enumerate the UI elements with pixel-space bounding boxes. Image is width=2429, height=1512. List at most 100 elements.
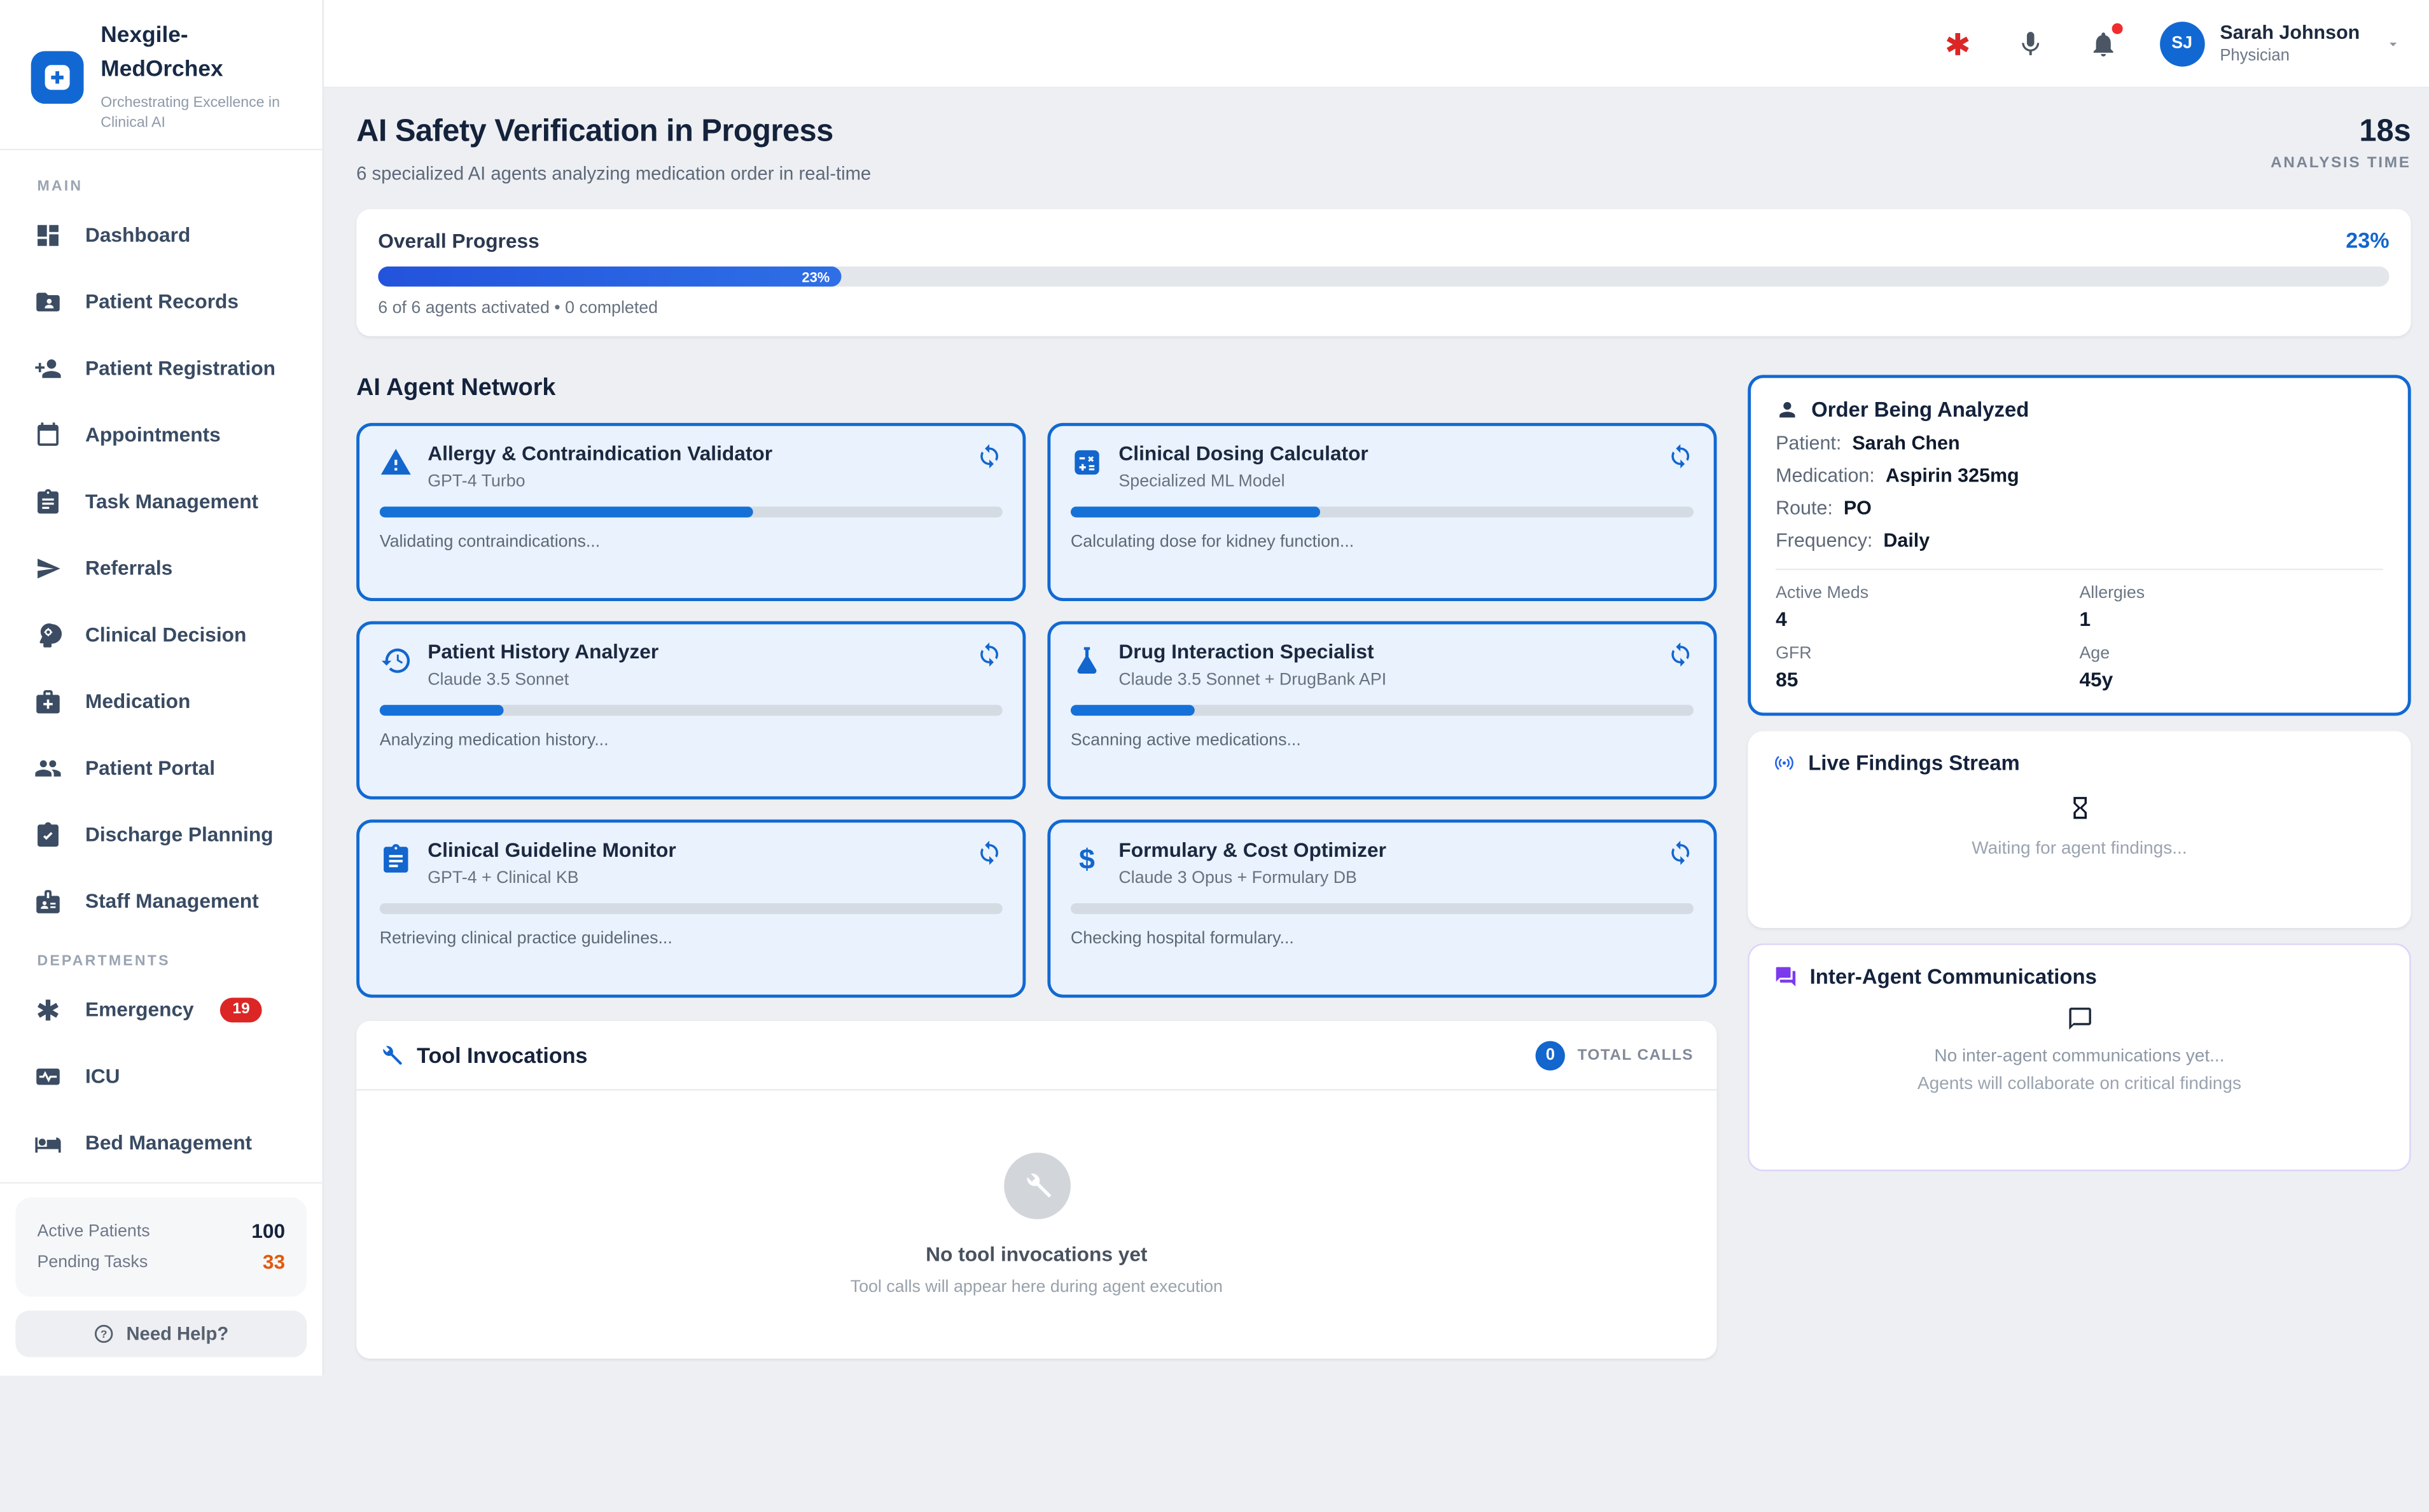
live-findings-title: Live Findings Stream [1808,751,2020,775]
agent-progress-fill [1071,705,1195,716]
sync-spinner-icon [1667,443,1694,469]
total-calls-label: TOTAL CALLS [1577,1046,1694,1064]
people-icon [34,754,62,782]
overall-progress-status: 6 of 6 agents activated • 0 completed [378,299,2389,317]
sync-spinner-icon [1667,840,1694,866]
notifications-bell-icon[interactable] [2087,26,2121,60]
sidebar-item-bed-management[interactable]: Bed Management [0,1109,323,1176]
sidebar-item-medication[interactable]: Medication [0,668,323,735]
sidebar-item-dashboard[interactable]: Dashboard [0,202,323,268]
overall-progress-fill: 23% [378,267,840,287]
medical-kit-icon [34,687,62,715]
agent-progress-fill [1071,506,1320,517]
brand-block: Nexgile-MedOrchex Orchestrating Excellen… [0,0,323,149]
user-menu[interactable]: SJ Sarah Johnson Physician [2159,21,2402,66]
overall-progress-track: 23% [378,267,2389,287]
dashboard-icon [34,221,62,249]
dollar-icon: $ [1071,843,1103,875]
agent-progress-fill [380,705,505,716]
agent-card-dosing-calculator: Clinical Dosing Calculator Specialized M… [1047,423,1716,601]
agent-card-allergy-validator: Allergy & Contraindication Validator GPT… [356,423,1026,601]
sidebar-item-clinical-decision[interactable]: Clinical Decision [0,601,323,668]
sidebar-item-task-management[interactable]: Task Management [0,468,323,535]
live-findings-card: Live Findings Stream Waiting for agent f… [1748,732,2411,928]
sidebar-item-referrals[interactable]: Referrals [0,534,323,601]
active-patients-stat: Active Patients 100 [37,1219,285,1243]
order-field-medication: Medication:Aspirin 325mg [1776,465,2383,487]
emergency-count-badge: 19 [220,997,262,1022]
emergency-asterisk-icon[interactable] [1941,26,1975,60]
sidebar-item-patient-portal[interactable]: Patient Portal [0,735,323,801]
need-help-button[interactable]: ? Need Help? [15,1310,307,1357]
sync-spinner-icon [976,840,1002,866]
brand-name: Nexgile-MedOrchex [101,20,271,88]
sidebar-item-discharge-planning[interactable]: Discharge Planning [0,801,323,868]
broadcast-icon [1772,751,1796,775]
order-stat-allergies: Allergies 1 [2079,584,2383,630]
order-stats-grid: Active Meds 4 Allergies 1 GFR 85 Age [1776,584,2383,691]
topbar: SJ Sarah Johnson Physician [324,0,2429,88]
order-stat-gfr: GFR 85 [1776,644,2079,691]
order-stat-age: Age 45y [2079,644,2383,691]
clipboard-check-icon [34,821,62,849]
psychology-icon [34,621,62,649]
svg-text:$: $ [1079,843,1095,875]
badge-icon [34,887,62,915]
person-add-icon [34,354,62,382]
order-field-route: Route:PO [1776,497,2383,519]
sync-spinner-icon [1667,641,1694,667]
avatar: SJ [2159,21,2204,66]
sidebar-stats-panel: Active Patients 100 Pending Tasks 33 [15,1198,307,1297]
calendar-icon [34,420,62,448]
warning-triangle-icon [380,446,412,478]
sidebar-item-staff-management[interactable]: Staff Management [0,868,323,934]
agent-card-formulary-optimizer: $ Formulary & Cost Optimizer Claude 3 Op… [1047,819,1716,997]
sidebar-item-patient-records[interactable]: Patient Records [0,268,323,335]
flask-icon [1071,644,1103,677]
divider [1776,569,2383,570]
agent-card-drug-interaction: Drug Interaction Specialist Claude 3.5 S… [1047,621,1716,800]
tool-invocations-empty-state: No tool invocations yet Tool calls will … [356,1091,1716,1359]
medical-plus-icon [31,50,84,103]
tool-invocations-title: Tool Invocations [417,1043,587,1067]
pending-tasks-stat: Pending Tasks 33 [37,1250,285,1273]
inter-agent-communications-card: Inter-Agent Communications No inter-agen… [1748,943,2411,1171]
timer-label: ANALYSIS TIME [2271,155,2411,172]
order-field-patient: Patient:Sarah Chen [1776,433,2383,454]
sync-spinner-icon [976,443,1002,469]
order-stat-active-meds: Active Meds 4 [1776,584,2079,630]
pending-tasks-value: 33 [263,1250,285,1273]
sidebar-item-icu[interactable]: ICU [0,1043,323,1109]
clipboard-lines-icon [380,843,412,875]
monitor-pulse-icon [34,1062,62,1090]
agent-card-history-analyzer: Patient History Analyzer Claude 3.5 Sonn… [356,621,1026,800]
left-column: AI Agent Network Allergy & Contraindicat… [356,375,1716,1359]
brand-tagline: Orchestrating Excellence in Clinical AI [101,92,300,134]
hourglass-icon [2066,794,2092,821]
chat-bubble-outline-icon [2066,1006,2092,1032]
wrench-icon [380,1043,403,1067]
sidebar-item-appointments[interactable]: Appointments [0,401,323,468]
user-role: Physician [2220,46,2360,65]
right-column: Order Being Analyzed Patient:Sarah Chen … [1748,375,2411,1359]
microphone-icon[interactable] [2014,26,2048,60]
send-icon [34,554,62,582]
sidebar-item-patient-registration[interactable]: Patient Registration [0,335,323,401]
sync-spinner-icon [976,641,1002,667]
page-header: AI Safety Verification in Progress 6 spe… [356,114,2411,184]
order-title: Order Being Analyzed [1811,398,2029,422]
history-icon [380,644,412,677]
sidebar: Nexgile-MedOrchex Orchestrating Excellen… [0,0,324,1376]
main-content: AI Safety Verification in Progress 6 spe… [324,88,2429,1512]
forum-chat-icon [1774,965,1798,988]
calculator-icon [1071,446,1103,478]
timer-value: 18s [2271,114,2411,150]
total-calls-count: 0 [1536,1040,1565,1069]
agent-network-title: AI Agent Network [356,375,1716,403]
communications-empty-state: No inter-agent communications yet... Age… [1774,1006,2385,1094]
order-being-analyzed-card: Order Being Analyzed Patient:Sarah Chen … [1748,375,2411,716]
sidebar-item-emergency[interactable]: Emergency 19 [0,976,323,1043]
nav-section-main: MAIN [37,178,322,195]
person-icon [1776,398,1799,422]
svg-text:?: ? [101,1328,108,1340]
